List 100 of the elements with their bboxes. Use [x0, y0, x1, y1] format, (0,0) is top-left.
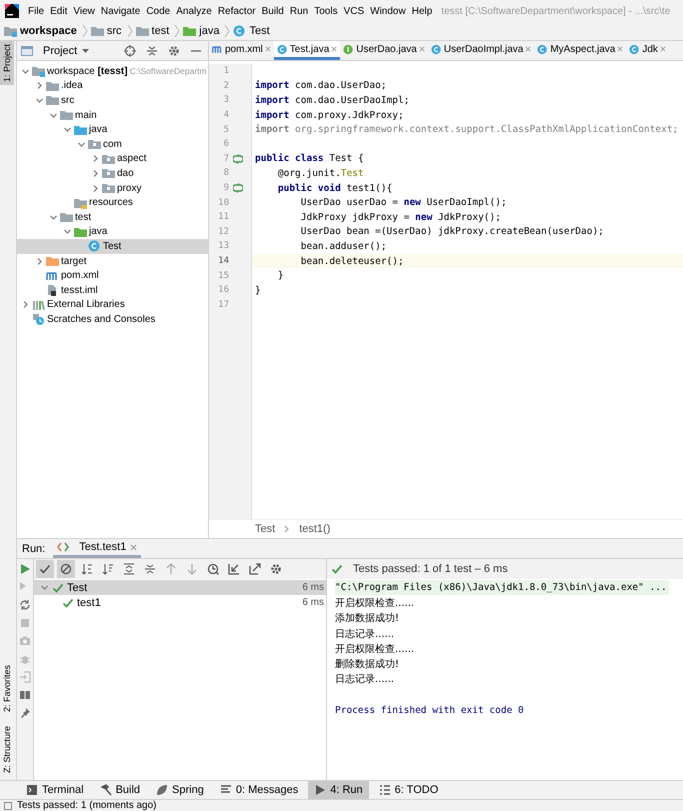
folder-icon — [136, 25, 149, 37]
tree-item[interactable]: dao — [17, 166, 208, 181]
tool-window-tab[interactable]: Spring — [150, 781, 210, 799]
menu-item[interactable]: Analyze — [173, 6, 215, 16]
tree-item[interactable]: java — [17, 224, 208, 240]
code-line: public void test1(){ — [276, 182, 392, 194]
close-icon — [264, 46, 271, 52]
tree-item[interactable]: pom.xml — [17, 268, 208, 283]
target-icon — [124, 44, 136, 56]
editor-tab[interactable]: UserDaoImpl.java — [428, 41, 534, 60]
folder-icon — [74, 196, 87, 209]
code-line: @org.junit.Test — [276, 168, 364, 179]
editor-tab[interactable]: Test.java — [274, 41, 340, 60]
tree-item[interactable]: src — [17, 93, 208, 108]
console-line: 删除数据成功! — [335, 658, 400, 672]
tree-item[interactable]: proxy — [17, 180, 208, 196]
tree-item[interactable]: com — [17, 136, 208, 152]
tree-item[interactable]: Scratches and Consoles — [17, 312, 208, 327]
tree-item[interactable]: workspace [tesst] C:\SoftwareDepartm — [17, 64, 208, 79]
breadcrumb-item[interactable]: src — [90, 25, 124, 37]
panel-icon — [21, 44, 33, 56]
menu-item[interactable]: Help — [408, 6, 436, 16]
line-number: 10 — [217, 198, 229, 208]
breadcrumb-item[interactable]: test — [136, 25, 172, 37]
side-tab[interactable]: 2: Favorites — [0, 662, 14, 715]
editor-tab[interactable]: UserDao.java — [340, 41, 428, 60]
line-number: 6 — [222, 139, 229, 150]
side-tab[interactable]: 1: Project — [0, 41, 14, 86]
menu-item[interactable]: Navigate — [98, 6, 144, 16]
check-icon — [62, 596, 74, 608]
menu-item[interactable]: View — [70, 6, 98, 16]
layout-icon[interactable] — [19, 689, 31, 701]
caret-down-icon — [81, 46, 90, 55]
tool-window-tab[interactable]: Build — [94, 781, 146, 799]
menu-item[interactable]: Code — [143, 6, 174, 16]
square-icon — [4, 802, 12, 810]
ignore-button[interactable] — [57, 560, 75, 578]
expand-icon — [123, 563, 135, 575]
tree-item[interactable]: main — [17, 108, 208, 122]
menu-item[interactable]: VCS — [340, 6, 368, 16]
tree-item[interactable]: tesst.iml — [17, 282, 208, 298]
close-icon — [525, 46, 532, 52]
settings-icon — [168, 44, 180, 56]
tree-item[interactable]: .idea — [17, 78, 208, 94]
refresh-icon[interactable] — [19, 599, 31, 611]
panel-title[interactable]: Project — [43, 44, 78, 56]
menu-item[interactable]: Refactor — [214, 6, 259, 16]
code-line: } — [255, 284, 261, 296]
tree-item[interactable]: External Libraries — [17, 298, 208, 312]
breadcrumb-item[interactable]: Test — [233, 25, 272, 37]
console-line: 添加数据成功! — [335, 612, 400, 626]
code-line: UserDao bean =(UserDao) jdkProxy.createBean(userDao); — [300, 226, 604, 238]
tool-window-tab[interactable]: 4: Run — [308, 781, 369, 799]
menu-item[interactable]: File — [25, 6, 48, 16]
menu-item[interactable]: Build — [258, 6, 287, 16]
collapse-icon — [144, 563, 156, 575]
collapse-icon — [146, 44, 158, 56]
maven-file-icon — [212, 44, 223, 54]
folder-icon — [102, 182, 115, 194]
breadcrumb-item[interactable]: java — [183, 25, 222, 37]
side-tab[interactable]: Z: Structure — [0, 722, 14, 776]
folder-icon — [60, 211, 73, 224]
line-number: 12 — [217, 226, 229, 237]
tree-item[interactable]: java — [17, 122, 208, 137]
close-icon — [331, 46, 338, 52]
tool-window-tab[interactable]: 0: Messages — [214, 781, 304, 799]
chevron-right-icon — [126, 24, 133, 38]
menu-item[interactable]: Edit — [47, 6, 70, 16]
line-number: 4 — [222, 110, 229, 120]
tree-item[interactable]: test — [17, 210, 208, 225]
menu-item[interactable]: Run — [286, 6, 312, 16]
menu-item[interactable]: Tools — [311, 6, 341, 16]
line-number: 14 — [217, 256, 229, 266]
tree-item[interactable]: target — [17, 254, 208, 268]
console-line: Process finished with exit code 0 — [335, 704, 525, 718]
test-item[interactable]: test1 6 ms — [34, 595, 326, 610]
folder-icon — [60, 109, 73, 122]
tree-item[interactable]: aspect — [17, 152, 208, 166]
breadcrumb-item[interactable]: Test — [255, 523, 276, 535]
editor-tab[interactable]: Jdk — [626, 41, 669, 60]
maven-file-icon — [46, 270, 59, 282]
folder-icon — [46, 80, 59, 92]
editor-tab[interactable]: pom.xml — [209, 41, 274, 60]
tool-window-tab[interactable]: Terminal — [20, 781, 90, 799]
test-item[interactable]: Test 6 ms — [34, 580, 326, 595]
close-icon — [130, 544, 138, 550]
breadcrumb-item[interactable]: test1() — [299, 523, 330, 535]
breadcrumb-item[interactable]: workspace — [4, 25, 79, 37]
check-button[interactable] — [36, 560, 54, 578]
menu-item[interactable]: Window — [367, 6, 409, 16]
tool-window-tab[interactable]: 6: TODO — [372, 781, 444, 799]
chevron-down-icon — [40, 583, 49, 592]
line-number: 8 — [222, 168, 229, 178]
tree-item[interactable]: Test — [17, 239, 208, 254]
pin-icon[interactable] — [19, 707, 31, 719]
line-number: 16 — [217, 285, 229, 296]
line-number: 7 — [222, 154, 229, 164]
tree-item[interactable]: resources — [17, 195, 208, 210]
editor-tab[interactable]: MyAspect.java — [534, 41, 626, 60]
test-duration: 6 ms — [302, 597, 324, 608]
